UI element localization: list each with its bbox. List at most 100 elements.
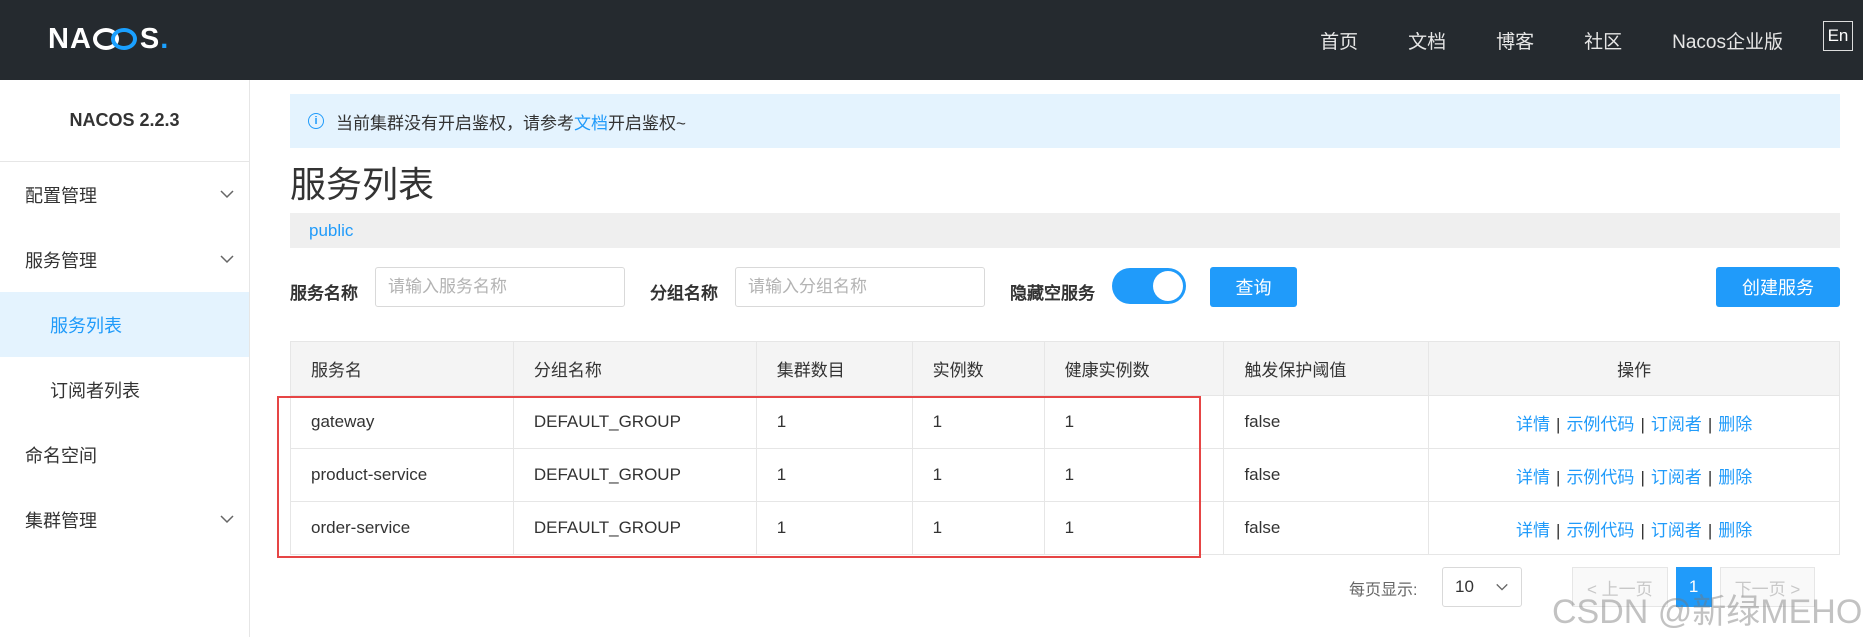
notice-text: 当前集群没有开启鉴权，请参考 (336, 113, 574, 133)
nav-enterprise-link[interactable]: Nacos企业版 (1672, 27, 1783, 54)
cell-instance-count: 1 (911, 448, 1045, 502)
group-name-label: 分组名称 (650, 284, 718, 303)
separator: | (1640, 467, 1645, 487)
cell-group-name: DEFAULT_GROUP (512, 448, 757, 502)
service-table: 服务名 分组名称 集群数目 实例数 健康实例数 触发保护阈值 操作 gatewa… (290, 341, 1840, 555)
cell-service-name: product-service (290, 448, 514, 502)
sidebar-item-config-management[interactable]: 配置管理 (0, 162, 249, 227)
page-size-value: 10 (1455, 577, 1474, 596)
sample-code-link[interactable]: 示例代码 (1566, 521, 1634, 540)
sidebar-item-service-list[interactable]: 服务列表 (0, 292, 249, 357)
separator: | (1556, 520, 1561, 540)
nav-blog-link[interactable]: 博客 (1496, 27, 1534, 54)
delete-link[interactable]: 删除 (1718, 468, 1752, 487)
sidebar-item-label: 命名空间 (25, 445, 97, 466)
cell-healthy-count: 1 (1043, 448, 1225, 502)
page-title: 服务列表 (290, 164, 435, 205)
cell-instance-count: 1 (911, 395, 1045, 449)
col-header-healthy-count[interactable]: 健康实例数 (1043, 341, 1225, 396)
col-header-instance-count[interactable]: 实例数 (911, 341, 1045, 396)
sample-code-link[interactable]: 示例代码 (1566, 468, 1634, 487)
sidebar-item-cluster-management[interactable]: 集群管理 (0, 487, 249, 552)
create-service-button[interactable]: 创建服务 (1716, 267, 1840, 307)
detail-link[interactable]: 详情 (1516, 468, 1550, 487)
notice-text-end: 开启鉴权~ (608, 113, 686, 133)
service-name-label: 服务名称 (290, 284, 358, 303)
sidebar-item-label: 订阅者列表 (50, 380, 140, 401)
detail-link[interactable]: 详情 (1516, 521, 1550, 540)
table-row: product-service DEFAULT_GROUP 1 1 1 fals… (290, 448, 1840, 502)
service-name-input[interactable] (375, 267, 625, 307)
table-row: gateway DEFAULT_GROUP 1 1 1 false 详情 | 示例代… (290, 395, 1840, 449)
separator: | (1707, 467, 1713, 487)
chevron-down-icon (220, 515, 234, 524)
sidebar-item-label: 集群管理 (25, 510, 97, 531)
cell-threshold: false (1223, 395, 1430, 449)
info-icon: i (308, 113, 324, 129)
separator: | (1640, 414, 1645, 434)
separator: | (1707, 520, 1713, 540)
separator: | (1556, 414, 1561, 434)
prev-page-button[interactable]: < 上一页 (1572, 567, 1668, 607)
hide-empty-label: 隐藏空服务 (1010, 284, 1095, 303)
separator: | (1707, 414, 1713, 434)
sidebar-item-label: 服务列表 (50, 315, 122, 336)
logo-infinity-icon (92, 28, 139, 50)
cell-threshold: false (1223, 448, 1430, 502)
delete-link[interactable]: 删除 (1718, 521, 1752, 540)
hide-empty-toggle[interactable] (1112, 268, 1186, 304)
table-header-row: 服务名 分组名称 集群数目 实例数 健康实例数 触发保护阈值 操作 (290, 341, 1840, 396)
detail-link[interactable]: 详情 (1516, 415, 1550, 434)
version-label: NACOS 2.2.3 (0, 80, 249, 162)
col-header-actions: 操作 (1428, 341, 1840, 396)
nav-community-link[interactable]: 社区 (1584, 27, 1622, 54)
cell-group-name: DEFAULT_GROUP (512, 501, 757, 555)
nacos-logo[interactable]: NA S. (48, 22, 169, 56)
cell-healthy-count: 1 (1043, 501, 1225, 555)
cell-threshold: false (1223, 501, 1430, 555)
cell-cluster-count: 1 (755, 395, 913, 449)
auth-notice: i 当前集群没有开启鉴权，请参考 文档 开启鉴权~ (290, 94, 1840, 148)
cell-service-name: order-service (290, 501, 514, 555)
cell-actions: 详情 | 示例代码 | 订阅者 | 删除 (1428, 395, 1840, 449)
sidebar: NACOS 2.2.3 配置管理 服务管理 服务列表 订阅者列表 命名空间 集群… (0, 80, 250, 637)
chevron-down-icon (220, 190, 234, 199)
subscribers-link[interactable]: 订阅者 (1651, 468, 1702, 487)
col-header-service-name[interactable]: 服务名 (290, 341, 514, 396)
sidebar-item-subscriber-list[interactable]: 订阅者列表 (0, 357, 249, 422)
delete-link[interactable]: 删除 (1718, 415, 1752, 434)
nav-home-link[interactable]: 首页 (1320, 27, 1358, 54)
top-navbar: NA S. 首页 文档 博客 社区 Nacos企业版 En (0, 0, 1863, 80)
chevron-down-icon (220, 255, 234, 264)
top-nav-links: 首页 文档 博客 社区 Nacos企业版 (1270, 0, 1783, 80)
per-page-label: 每页显示: (1349, 582, 1418, 599)
separator: | (1640, 520, 1645, 540)
sidebar-item-service-management[interactable]: 服务管理 (0, 227, 249, 292)
pagination: < 上一页 1 下一页 > (1572, 567, 1816, 607)
next-page-button[interactable]: 下一页 > (1719, 567, 1816, 607)
cell-cluster-count: 1 (755, 448, 913, 502)
query-button[interactable]: 查询 (1210, 267, 1297, 307)
sample-code-link[interactable]: 示例代码 (1566, 415, 1634, 434)
col-header-group-name[interactable]: 分组名称 (512, 341, 757, 396)
cell-actions: 详情 | 示例代码 | 订阅者 | 删除 (1428, 448, 1840, 502)
col-header-cluster-count[interactable]: 集群数目 (755, 341, 913, 396)
namespace-tab-public[interactable]: public (309, 221, 353, 241)
cell-group-name: DEFAULT_GROUP (512, 395, 757, 449)
group-name-input[interactable] (735, 267, 985, 307)
nav-docs-link[interactable]: 文档 (1408, 27, 1446, 54)
page-number-button[interactable]: 1 (1675, 567, 1712, 607)
separator: | (1556, 467, 1561, 487)
page-size-select[interactable]: 10 (1442, 567, 1522, 607)
sidebar-item-namespace[interactable]: 命名空间 (0, 422, 249, 487)
cell-service-name: gateway (290, 395, 514, 449)
col-header-threshold[interactable]: 触发保护阈值 (1223, 341, 1430, 396)
sidebar-item-label: 服务管理 (25, 250, 97, 271)
language-switch-button[interactable]: En (1823, 21, 1853, 51)
subscribers-link[interactable]: 订阅者 (1651, 521, 1702, 540)
table-row: order-service DEFAULT_GROUP 1 1 1 false … (290, 501, 1840, 555)
chevron-down-icon (1496, 583, 1508, 591)
notice-docs-link[interactable]: 文档 (574, 109, 608, 134)
subscribers-link[interactable]: 订阅者 (1651, 415, 1702, 434)
cell-instance-count: 1 (911, 501, 1045, 555)
